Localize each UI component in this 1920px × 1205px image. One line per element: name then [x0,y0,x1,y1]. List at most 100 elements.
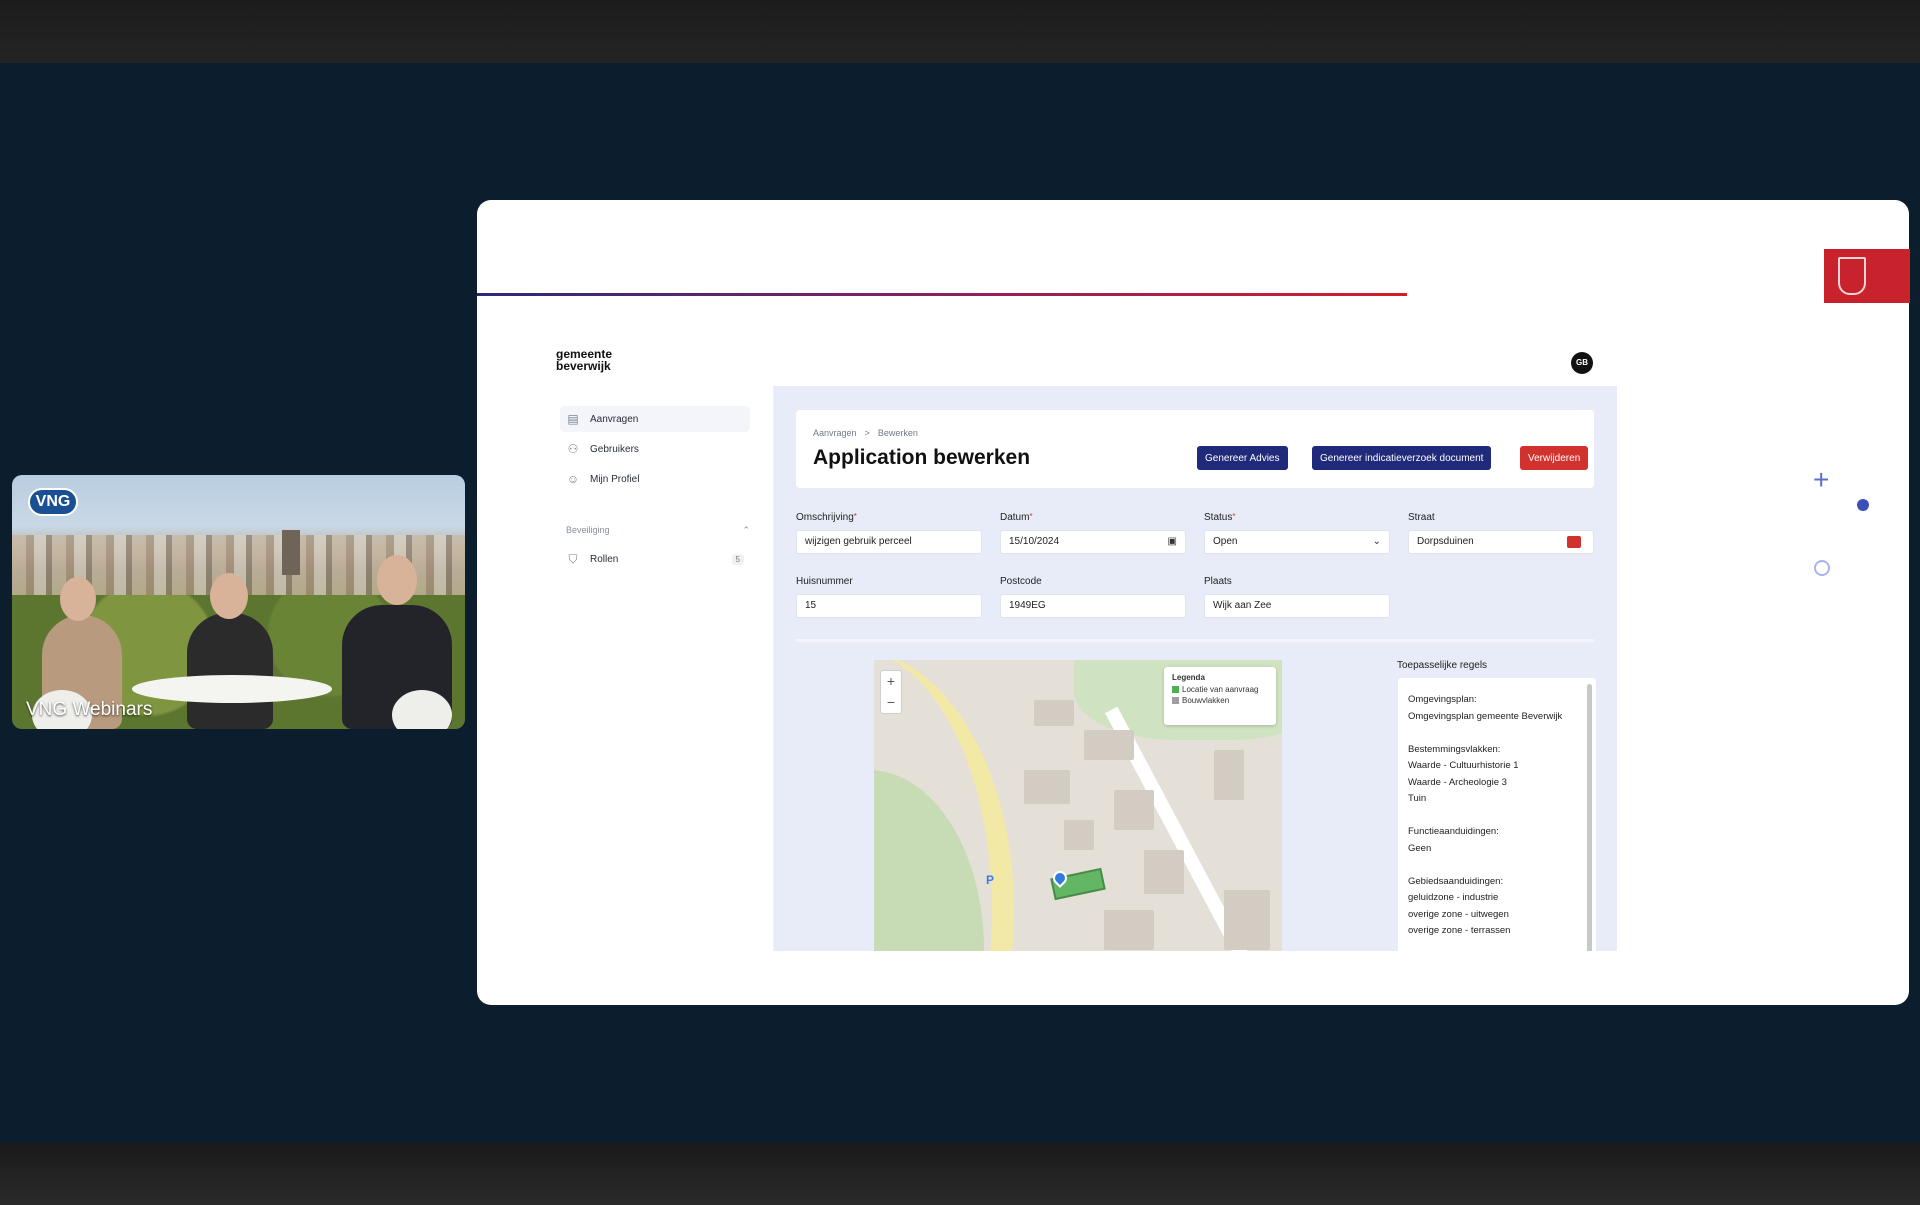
rules-line: geluidzone - industrie [1408,892,1499,903]
sidebar-item-label: Gebruikers [590,443,639,455]
sidebar-item-label: Mijn Profiel [590,473,640,485]
omschrijving-field[interactable]: wijzigen gebruik perceel [796,530,982,554]
huisnummer-label: Huisnummer [796,576,853,587]
document-stack-icon: ▤ [567,412,579,426]
breadcrumb-item-aanvragen[interactable]: Aanvragen [813,428,857,438]
huisnummer-field[interactable]: 15 [796,594,982,618]
map-building [1224,890,1270,950]
coat-of-arms-icon [1838,257,1866,295]
datum-value: 15/10/2024 [1009,536,1060,547]
map-legend: Legenda Locatie van aanvraag Bouwvlakken [1164,667,1276,725]
required-mark: * [1232,512,1236,521]
map-building [1024,770,1070,804]
genereer-advies-button[interactable]: Genereer Advies [1197,446,1288,470]
postcode-field[interactable]: 1949EG [1000,594,1186,618]
ring-decoration [1814,560,1830,576]
user-icon: ☺ [566,472,580,486]
map-building [1214,750,1244,800]
video-person-3-head [377,555,417,605]
sidebar-item-label: Aanvragen [590,413,639,425]
sidebar: ▤ Aanvragen ⚇ Gebruikers ☺ Mijn Profiel … [552,386,774,951]
omschrijving-label: Omschrijving* [796,512,857,523]
rules-title: Toepasselijke regels [1397,660,1488,671]
parking-icon: P [986,873,995,887]
page-title: Application bewerken [813,446,1031,469]
plaats-field[interactable]: Wijk aan Zee [1204,594,1390,618]
map-building [1034,700,1074,726]
rules-scrollbar[interactable] [1587,684,1592,951]
verwijderen-button[interactable]: Verwijderen [1520,446,1589,470]
legend-swatch [1172,686,1179,693]
sidebar-item-mijn-profiel[interactable]: ☺ Mijn Profiel [560,466,750,492]
rules-line: Omgevingsplan gemeente Beverwijk [1408,710,1563,722]
zoom-in-button[interactable]: + [881,671,901,692]
rules-line: overige zone - terrassen [1408,925,1511,936]
omschrijving-label-text: Omschrijving [796,512,854,523]
map-building [1144,850,1184,894]
rules-line: Gebiedsaanduidingen: [1408,875,1504,887]
straat-label: Straat [1408,512,1435,523]
datum-field[interactable]: 15/10/2024 ▣ [1000,530,1186,554]
status-value: Open [1213,536,1238,547]
location-map[interactable]: P + − Legenda Locatie van aanvraag Bouwv… [874,660,1282,951]
rules-spacer [1408,857,1586,874]
top-letterbox [0,0,1920,63]
video-caption: VNG Webinars [26,699,153,720]
slide-accent-line [477,293,1407,296]
calendar-icon[interactable]: ▣ [1168,531,1177,553]
status-label: Status* [1204,512,1235,523]
presentation-slide: gemeente beverwijk GB ▤ Aanvragen ⚇ Gebr… [477,200,1909,1005]
video-person-2-head [210,573,248,619]
map-zoom-control: + − [880,670,902,714]
video-church-tower [282,530,300,575]
datum-label: Datum* [1000,512,1033,523]
breadcrumb-item-bewerken: Bewerken [877,428,918,438]
users-icon: ⚇ [567,442,579,456]
rules-spacer [1408,808,1586,825]
status-select[interactable]: Open ⌄ [1204,530,1390,554]
sidebar-item-aanvragen[interactable]: ▤ Aanvragen [560,406,750,432]
legend-label: Locatie van aanvraag [1182,685,1259,694]
map-building [1084,730,1134,760]
legend-item: Bouwvlakken [1172,696,1268,705]
autofill-icon[interactable] [1567,536,1581,548]
chevron-up-icon: ⌃ [742,525,750,535]
legend-swatch [1172,697,1179,704]
sidebar-item-rollen[interactable]: ⛉ Rollen 5 [560,546,750,572]
brand-line-2: beverwijk [556,359,611,373]
map-building [1104,910,1154,950]
breadcrumb: Aanvragen > Bewerken [813,428,918,438]
avatar[interactable]: GB [1571,352,1593,374]
rules-line: Geen [1408,842,1432,854]
rules-panel[interactable]: Omgevingsplan: Omgevingsplan gemeente Bev… [1398,678,1596,951]
straat-field[interactable]: Dorpsduinen [1408,530,1594,554]
zoom-out-button[interactable]: − [881,692,901,713]
status-label-text: Status [1204,512,1233,523]
count-badge: 5 [731,553,744,565]
sidebar-item-label: Rollen [590,553,619,565]
chevron-right-icon: > [864,428,870,438]
rules-line: Bestemmingsvlakken: [1408,743,1501,755]
sidebar-section-label: Beveiliging [566,525,610,535]
main-content: Aanvragen > Bewerken Application bewerke… [774,386,1617,951]
bottom-letterbox [0,1143,1920,1205]
map-building [1064,820,1094,850]
rules-line: Omgevingsplan: [1408,694,1477,705]
required-mark: * [853,512,857,521]
rules-line: Waarde - Cultuurhistorie 1 [1408,760,1519,771]
brand-logo: gemeente beverwijk [556,348,612,372]
app-header: gemeente beverwijk GB [552,340,1617,386]
datum-label-text: Datum [1000,512,1030,523]
rules-line: Functieaanduidingen: [1408,826,1499,837]
required-mark: * [1029,512,1033,521]
sidebar-item-gebruikers[interactable]: ⚇ Gebruikers [560,436,750,462]
sidebar-section-beveiliging[interactable]: Beveiliging ⌃ [566,525,750,536]
shield-icon: ⛉ [568,552,578,566]
map-building [1114,790,1154,830]
video-table [132,675,332,703]
genereer-indicatieverzoek-button[interactable]: Genereer indicatieverzoek document [1312,446,1492,470]
legend-title: Legenda [1172,673,1205,682]
legend-label: Bouwvlakken [1182,696,1230,705]
webinar-video: VNG VNG Webinars [12,475,465,729]
section-divider [796,639,1594,642]
